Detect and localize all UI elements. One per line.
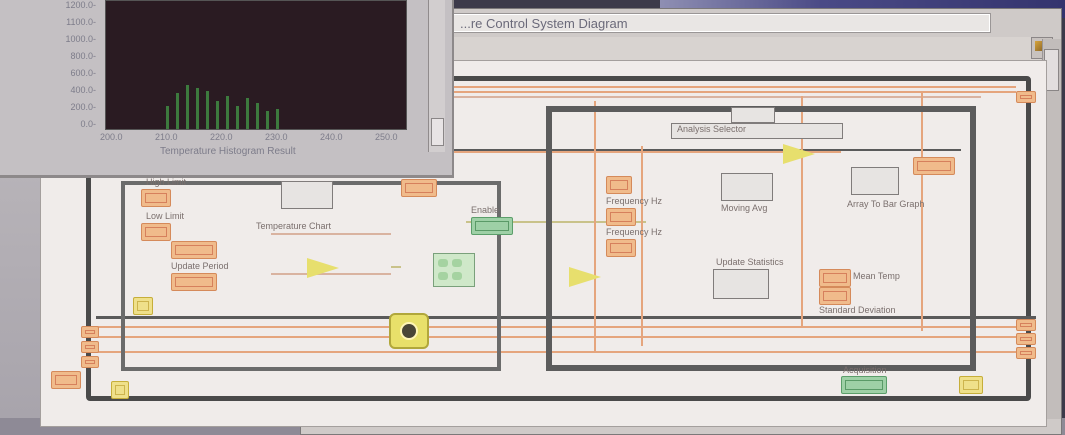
numeric-control[interactable] (606, 239, 636, 257)
histogram-bar (196, 88, 199, 129)
label-array-to-bar: Array To Bar Graph (847, 199, 925, 209)
front-panel-window: 1200.0- 1100.0- 1000.0- 800.0- 600.0- 400.0- 2… (0, 0, 454, 178)
waveform-cell (438, 259, 448, 267)
label-mean: Mean Temp (853, 271, 900, 281)
label-acquisition: Acquisition (843, 365, 887, 375)
label-update-period: Update Period (171, 261, 229, 271)
shift-register-right[interactable] (1016, 347, 1036, 359)
shift-register-right[interactable] (1016, 333, 1036, 345)
label-high-limit: High Limit (146, 177, 187, 187)
numeric-control[interactable] (606, 176, 632, 194)
histogram-bar (186, 85, 189, 129)
y-tick-label: 400.0- (70, 85, 96, 95)
label-moving-avg: Moving Avg (721, 203, 768, 213)
histogram-bar (266, 111, 269, 129)
shift-register-left[interactable] (81, 326, 99, 338)
loop-iteration-terminal[interactable] (111, 381, 129, 399)
statistics-node[interactable] (713, 269, 769, 299)
shift-register-left[interactable] (81, 356, 99, 368)
label-frequency-2: Frequency Hz (606, 227, 663, 237)
iteration-terminal[interactable] (133, 297, 153, 315)
panel-scrollbar[interactable] (428, 0, 445, 152)
x-tick-label: 240.0 (320, 132, 343, 142)
acquisition-terminal[interactable] (841, 376, 887, 394)
x-tick-label: 210.0 (155, 132, 178, 142)
compare-node[interactable] (783, 144, 815, 164)
std-dev-indicator[interactable] (819, 287, 851, 305)
histogram-title: Temperature Histogram Result (160, 146, 296, 157)
histogram-bar (206, 90, 209, 129)
x-tick-label: 220.0 (210, 132, 233, 142)
histogram-bar (176, 93, 179, 129)
y-tick-label: 600.0- (70, 68, 96, 78)
label-enable: Enable (471, 205, 500, 215)
shift-register-left[interactable] (81, 341, 99, 353)
label-temp-chart: Temperature Chart (256, 221, 332, 231)
build-array-node[interactable] (851, 167, 899, 195)
speaker-node[interactable] (389, 313, 429, 349)
histogram-bar (226, 95, 229, 129)
y-tick-label: 0.0- (80, 119, 96, 129)
y-tick-label: 1200.0- (65, 0, 96, 10)
x-tick-label: 230.0 (265, 132, 288, 142)
waveform-cell (452, 272, 462, 280)
initial-value-constant[interactable] (51, 371, 81, 389)
boolean-terminal[interactable] (471, 217, 513, 235)
function-node[interactable] (721, 173, 773, 201)
histogram-bar (256, 103, 259, 129)
label-analysis-selector: Analysis Selector (677, 124, 747, 134)
waveform-chart-terminal[interactable] (433, 253, 475, 287)
numeric-control[interactable] (141, 189, 171, 207)
histogram-bar (216, 100, 219, 129)
bundle-node[interactable] (281, 181, 333, 209)
numeric-control[interactable] (171, 273, 217, 291)
multiply-node[interactable] (307, 258, 339, 278)
histogram-bar (236, 105, 239, 129)
label-std-dev: Standard Deviation (819, 305, 896, 315)
y-tick-label: 1000.0- (65, 34, 96, 44)
case-selector[interactable] (731, 107, 775, 123)
x-tick-label: 250.0 (375, 132, 398, 142)
waveform-cell (452, 259, 462, 267)
bar-graph-terminal[interactable] (913, 157, 955, 175)
numeric-control[interactable] (606, 208, 636, 226)
waveform-cell (438, 272, 448, 280)
label-frequency: Frequency Hz (606, 196, 663, 206)
histogram-bar (246, 98, 249, 129)
histogram-plot[interactable] (105, 0, 407, 130)
x-tick-label: 200.0 (100, 132, 123, 142)
window-title[interactable]: ...re Control System Diagram (451, 13, 991, 33)
y-tick-label: 800.0- (70, 51, 96, 61)
numeric-control[interactable] (141, 223, 171, 241)
histogram-bar (166, 105, 169, 129)
label-low-limit: Low Limit (146, 211, 185, 221)
label-update-statistics: Update Statistics (716, 257, 784, 267)
shift-register-right[interactable] (1016, 91, 1036, 103)
y-tick-label: 200.0- (70, 102, 96, 112)
shift-register-right[interactable] (1016, 319, 1036, 331)
stop-condition[interactable] (959, 376, 983, 394)
mean-indicator[interactable] (819, 269, 851, 287)
wait-icon (400, 322, 418, 340)
panel-scrollbar-thumb[interactable] (431, 118, 444, 146)
numeric-control[interactable] (171, 241, 217, 259)
histogram-bar (276, 108, 279, 129)
constant[interactable] (401, 179, 437, 197)
y-tick-label: 1100.0- (66, 17, 96, 27)
select-node[interactable] (569, 267, 601, 287)
